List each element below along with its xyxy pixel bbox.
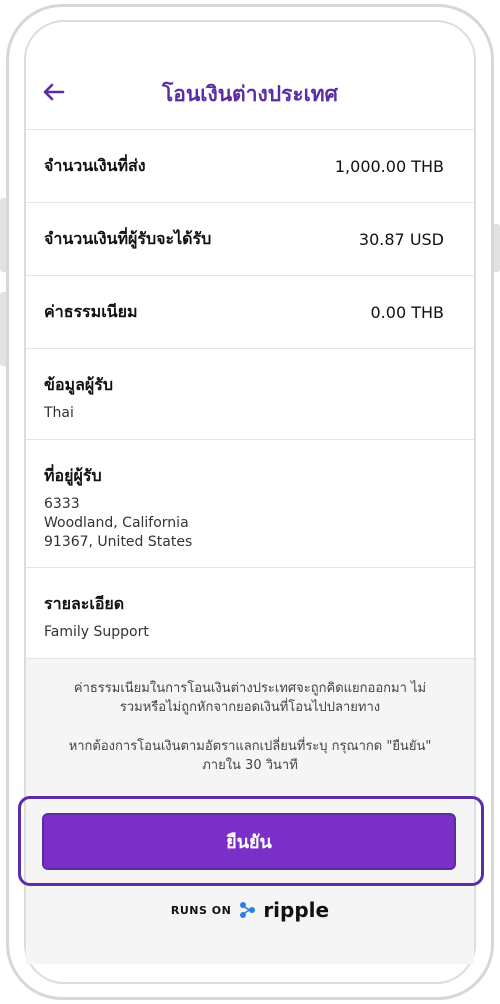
details-label: รายละเอียด — [44, 594, 125, 613]
summary-row-fee: ค่าธรรมเนียม 0.00 THB — [26, 276, 474, 349]
send-amount-value: 1,000.00 THB — [334, 156, 444, 176]
recipient-address-row: ที่อยู่ผู้รับ 6333 Woodland, California … — [26, 440, 474, 568]
rate-note-line: หากต้องการโอนเงินตามอัตราแลกเปลี่ยนที่ระ… — [68, 739, 432, 754]
summary-row-send-amount: จำนวนเงินที่ส่ง 1,000.00 THB — [26, 130, 474, 203]
recipient-info-row: ข้อมูลผู้รับ Thai — [26, 349, 474, 440]
address-line: 6333 — [44, 496, 80, 512]
recipient-info-label: ข้อมูลผู้รับ — [44, 375, 114, 394]
ripple-brand: ripple — [263, 898, 330, 922]
fee-value: 0.00 THB — [370, 302, 445, 322]
app-header: โอนเงินต่างประเทศ — [26, 52, 474, 130]
receive-amount-value: 30.87 USD — [358, 229, 444, 249]
rate-note-line: ภายใน 30 วินาที — [202, 758, 298, 773]
address-line: 91367, United States — [44, 534, 193, 550]
rate-note: หากต้องการโอนเงินตามอัตราแลกเปลี่ยนที่ระ… — [26, 737, 474, 775]
confirm-button[interactable]: ยืนยัน — [42, 813, 456, 870]
recipient-info-value: Thai — [44, 405, 74, 421]
fee-note-line: ค่าธรรมเนียมในการโอนเงินต่างประเทศจะถูกค… — [73, 681, 427, 696]
receive-amount-label: จำนวนเงินที่ผู้รับจะได้รับ — [44, 228, 212, 248]
ripple-logo-icon — [240, 902, 256, 918]
details-row: รายละเอียด Family Support — [26, 568, 474, 657]
runs-on-label: RUNS ON — [170, 903, 232, 917]
summary-row-receive-amount: จำนวนเงินที่ผู้รับจะได้รับ 30.87 USD — [26, 203, 474, 276]
recipient-address-label: ที่อยู่ผู้รับ — [44, 466, 102, 485]
page-title: โอนเงินต่างประเทศ — [162, 82, 338, 106]
fee-label: ค่าธรรมเนียม — [44, 301, 138, 321]
fee-note-line: รวมหรือไม่ถูกหักจากยอดเงินที่โอนไปปลายทา… — [119, 700, 381, 715]
fee-note: ค่าธรรมเนียมในการโอนเงินต่างประเทศจะถูกค… — [26, 679, 474, 717]
address-line: Woodland, California — [44, 515, 189, 531]
send-amount-label: จำนวนเงินที่ส่ง — [44, 155, 146, 175]
runs-on-ripple: RUNS ON ripple — [0, 898, 500, 922]
transfer-summary: จำนวนเงินที่ส่ง 1,000.00 THB จำนวนเงินที… — [26, 130, 474, 657]
details-value: Family Support — [44, 624, 149, 640]
